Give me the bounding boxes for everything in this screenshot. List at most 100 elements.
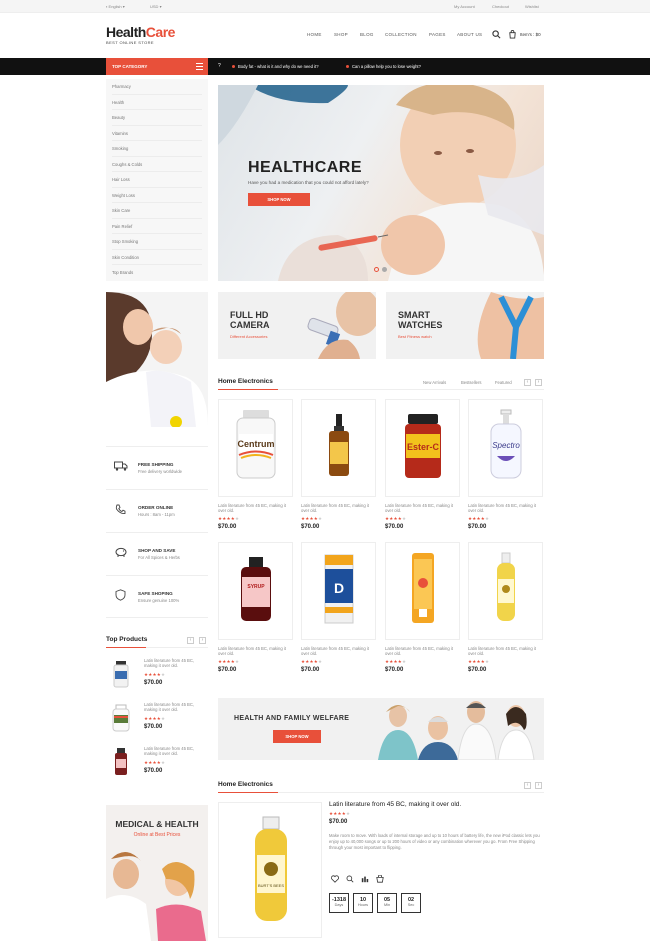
currency-select[interactable]: USD ▾ xyxy=(150,4,162,9)
medical-health-banner[interactable]: MEDICAL & HEALTH Online at Best Prices xyxy=(106,805,208,941)
medical-team-image xyxy=(378,701,535,760)
ticker-item-2[interactable]: Can a pillow help you to lose weight? xyxy=(346,64,421,69)
menu-icon[interactable] xyxy=(196,63,203,70)
top-product-item[interactable]: Latin literature from 45 BC, making it o… xyxy=(106,656,208,692)
category-item[interactable]: Weight Loss xyxy=(112,188,202,203)
countdown-minutes: 05 Min xyxy=(377,893,397,913)
medical-banner-title: MEDICAL & HEALTH xyxy=(115,819,199,829)
top-products-title: Top Products xyxy=(106,636,148,643)
category-item[interactable]: Stop Smoking xyxy=(112,234,202,250)
top-products-prev-button[interactable]: ‹ xyxy=(187,637,194,644)
category-item[interactable]: Hair Loss xyxy=(112,172,202,188)
category-item[interactable]: Coughs & Colds xyxy=(112,157,202,172)
service-shop-and-save: SHOP AND SAVE For All Spices & Herbs xyxy=(106,532,208,575)
svg-text:SYRUP: SYRUP xyxy=(247,584,265,590)
deal-product-name[interactable]: Latin literature from 45 BC, making it o… xyxy=(329,801,461,808)
checkout-link[interactable]: Checkout xyxy=(492,4,509,9)
category-item[interactable]: Pharmacy xyxy=(112,79,202,95)
deal-product-image-card[interactable]: BURT'S BEES xyxy=(218,802,322,938)
deal-next-button[interactable]: › xyxy=(535,782,542,789)
quick-view-icon[interactable] xyxy=(346,875,354,883)
category-item[interactable]: Vitamins xyxy=(112,126,202,141)
mother-baby-banner[interactable] xyxy=(106,292,208,427)
rating-stars: ★★★★★ xyxy=(468,659,490,664)
top-category-header[interactable]: TOP CATEGORY xyxy=(106,58,208,75)
logo[interactable]: HealthCare xyxy=(106,24,175,40)
nav-home[interactable]: HOME xyxy=(307,32,322,37)
nav-shop[interactable]: SHOP xyxy=(334,32,348,37)
language-select[interactable]: ▪ English ▾ xyxy=(106,4,125,9)
product-info: Latin literature from 45 BC, making it o… xyxy=(301,503,376,530)
product-card[interactable] xyxy=(301,399,376,497)
category-item[interactable]: Top Brands xyxy=(112,265,202,281)
slider-dot-active[interactable] xyxy=(374,267,379,272)
svg-text:Spectro: Spectro xyxy=(492,441,520,450)
category-item[interactable]: Beauty xyxy=(112,110,202,126)
deal-product-image: BURT'S BEES xyxy=(255,816,287,921)
product-card[interactable]: Spectro xyxy=(468,399,543,497)
category-item[interactable]: Skin Care xyxy=(112,203,202,219)
category-item[interactable]: Pain Relief xyxy=(112,219,202,234)
deal-section-title: Home Electronics xyxy=(218,781,273,788)
tab-bestsellers[interactable]: Bestsellers xyxy=(461,380,481,385)
hero-shop-now-button[interactable]: SHOP NOW xyxy=(248,193,310,206)
product-card[interactable] xyxy=(385,542,460,640)
nav-collection[interactable]: COLLECTION xyxy=(385,32,417,37)
hero-slider[interactable]: HEALTHCARE Have you had a medication tha… xyxy=(218,85,544,281)
product-info: Latin literature from 45 BC, making it o… xyxy=(385,503,460,530)
piggy-bank-icon xyxy=(115,547,127,557)
product-image: Ester-C xyxy=(405,414,441,478)
slider-dot[interactable] xyxy=(382,267,387,272)
search-icon[interactable] xyxy=(492,30,501,39)
rating-stars: ★★★★★ xyxy=(301,516,323,521)
nav-about-us[interactable]: ABOUT US xyxy=(457,32,482,37)
product-image xyxy=(329,414,349,476)
tagline: BEST ONLINE STORE xyxy=(106,40,154,45)
wishlist-link[interactable]: Wishlist xyxy=(525,4,539,9)
product-thumbnail xyxy=(112,704,130,732)
family-welfare-banner[interactable]: HEALTH AND FAMILY WELFARE SHOP NOW xyxy=(218,698,544,760)
ticker-item-1[interactable]: Body fat - what is it and why do we need… xyxy=(232,64,319,69)
product-info: Latin literature from 45 BC, making it o… xyxy=(385,646,460,673)
deal-rating-stars: ★★★★★ xyxy=(329,811,351,816)
banner-full-hd-camera[interactable]: FULL HD CAMERA Different Accessories xyxy=(218,292,376,359)
top-product-item[interactable]: Latin literature from 45 BC, making it o… xyxy=(106,744,208,780)
category-item[interactable]: Smoking xyxy=(112,141,202,157)
cart-icon[interactable] xyxy=(376,875,384,883)
my-account-link[interactable]: My Account xyxy=(454,4,475,9)
product-info: Latin literature from 45 BC, making it o… xyxy=(218,646,293,673)
product-card[interactable]: SYRUP xyxy=(218,542,293,640)
hero-subtitle: Have you had a medication that you could… xyxy=(248,180,369,185)
banner-smart-watches[interactable]: SMART WATCHES Best Fitness watch xyxy=(386,292,544,359)
countdown-seconds: 02 Sec xyxy=(401,893,421,913)
tab-featured[interactable]: Featured xyxy=(495,380,512,385)
product-card[interactable] xyxy=(468,542,543,640)
rating-stars: ★★★★★ xyxy=(218,516,240,521)
deal-prev-button[interactable]: ‹ xyxy=(524,782,531,789)
countdown-days: -1318 Days xyxy=(329,893,349,913)
top-products-next-button[interactable]: › xyxy=(199,637,206,644)
category-item[interactable]: Skin Condition xyxy=(112,250,202,265)
tab-new-arrivals[interactable]: New Arrivals xyxy=(423,380,446,385)
svg-text:BURT'S BEES: BURT'S BEES xyxy=(258,883,284,888)
product-info: Latin literature from 45 BC, making it o… xyxy=(468,503,543,530)
product-image xyxy=(497,552,515,621)
product-card[interactable]: Ester-C xyxy=(385,399,460,497)
electronics-prev-button[interactable]: ‹ xyxy=(524,379,531,386)
welfare-shop-now-button[interactable]: SHOP NOW xyxy=(273,730,321,743)
heart-icon[interactable] xyxy=(331,875,339,883)
divider-accent xyxy=(218,792,278,793)
nav-pages[interactable]: PAGES xyxy=(429,32,446,37)
rating-stars: ★★★★★ xyxy=(144,716,166,721)
nav-blog[interactable]: BLOG xyxy=(360,32,374,37)
cart-icon[interactable] xyxy=(508,30,517,39)
product-info: Latin literature from 45 BC, making it o… xyxy=(468,646,543,673)
product-card[interactable]: Centrum xyxy=(218,399,293,497)
category-item[interactable]: Health xyxy=(112,95,202,110)
top-product-item[interactable]: Latin literature from 45 BC, making it o… xyxy=(106,700,208,736)
compare-icon[interactable] xyxy=(361,875,369,883)
electronics-next-button[interactable]: › xyxy=(535,379,542,386)
cart-label[interactable]: Item's : $0 xyxy=(520,32,541,37)
rating-stars: ★★★★★ xyxy=(301,659,323,664)
product-card[interactable]: D xyxy=(301,542,376,640)
